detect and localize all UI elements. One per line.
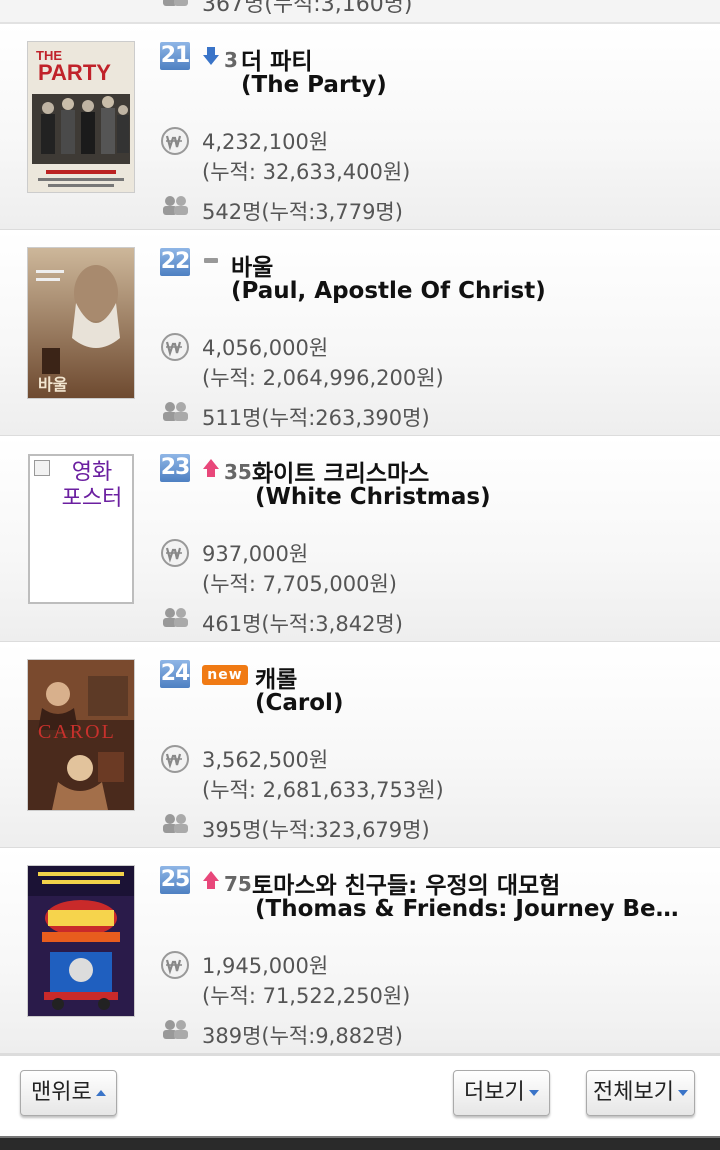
people-icon xyxy=(163,0,188,6)
dash-icon xyxy=(204,258,218,263)
audience-count: 389명(누적:9,882명) xyxy=(202,1024,403,1048)
movie-title[interactable]: 캐롤 xyxy=(255,660,297,694)
rank-change-value: 3 xyxy=(224,48,238,72)
caret-up-icon xyxy=(95,1090,106,1096)
daily-sales: 4,232,100원 xyxy=(202,130,329,154)
people-icon xyxy=(163,402,188,421)
view-all-button[interactable]: 전체보기 xyxy=(586,1070,695,1116)
up-arrow-icon xyxy=(203,459,219,477)
more-label: 더보기 xyxy=(464,1080,525,1105)
movie-title-english[interactable]: (The Party) xyxy=(241,72,671,98)
audience-count: 511명(누적:263,390명) xyxy=(202,406,430,430)
svg-text:바울: 바울 xyxy=(38,375,68,394)
won-coin-icon xyxy=(161,127,189,155)
broken-poster-image[interactable]: 영화 포스터 xyxy=(28,454,134,604)
more-button[interactable]: 더보기 xyxy=(453,1070,550,1116)
down-arrow-icon xyxy=(203,47,219,65)
new-badge: new xyxy=(202,665,248,685)
rank-badge: 22 xyxy=(160,248,190,276)
poster-alt-text: 영화 포스터 xyxy=(61,460,123,511)
the-party-poster[interactable]: THE PARTY xyxy=(28,42,134,192)
cumulative-sales: (누적: 32,633,400원) xyxy=(202,160,411,184)
people-icon xyxy=(163,814,188,833)
view-all-label: 전체보기 xyxy=(593,1080,674,1105)
rank-badge: 25 xyxy=(160,866,190,894)
daily-sales: 4,056,000원 xyxy=(202,336,329,360)
rank-change-value: 75 xyxy=(224,872,252,896)
people-icon xyxy=(163,196,188,215)
list-item[interactable]: 25 75 토마스와 친구들: 우정의 대모험 (Thomas & Friend… xyxy=(0,848,720,1056)
rank-badge: 21 xyxy=(160,42,190,70)
daily-sales: 1,945,000원 xyxy=(202,954,329,978)
cumulative-sales: (누적: 2,064,996,200원) xyxy=(202,366,444,390)
movie-title[interactable]: 화이트 크리스마스 xyxy=(252,454,429,488)
list-item[interactable]: CAROL 24 new 캐롤 (Carol) 3,562,500원 (누적: … xyxy=(0,642,720,850)
movie-title-english[interactable]: (Carol) xyxy=(255,690,685,716)
audience-text: 367명(누적:3,160명) xyxy=(202,0,413,17)
list-item[interactable]: THE PARTY 21 3 더 파티 (The Party) 4,232,10… xyxy=(0,24,720,232)
bottom-button-bar: 맨위로 더보기 전체보기 xyxy=(0,1056,720,1136)
list-item[interactable]: 영화 포스터 23 35 화이트 크리스마스 (White Christmas)… xyxy=(0,436,720,644)
movie-title[interactable]: 더 파티 xyxy=(241,42,313,76)
audience-count: 542명(누적:3,779명) xyxy=(202,200,403,224)
people-icon xyxy=(163,1020,188,1039)
cumulative-sales: (누적: 71,522,250원) xyxy=(202,984,411,1008)
thomas-poster[interactable] xyxy=(28,866,134,1016)
movie-title-english[interactable]: (White Christmas) xyxy=(255,484,685,510)
movie-title[interactable]: 토마스와 친구들: 우정의 대모험 xyxy=(252,866,560,900)
rank-change-value: 35 xyxy=(224,460,252,484)
cumulative-sales: (누적: 2,681,633,753원) xyxy=(202,778,444,802)
won-coin-icon xyxy=(161,951,189,979)
movie-title[interactable]: 바울 xyxy=(231,248,273,282)
audience-count: 461명(누적:3,842명) xyxy=(202,612,403,636)
rank-badge: 24 xyxy=(160,660,190,688)
paul-poster[interactable]: 바울 xyxy=(28,248,134,398)
broken-image-icon xyxy=(34,460,50,476)
rank-badge: 23 xyxy=(160,454,190,482)
cumulative-sales: (누적: 7,705,000원) xyxy=(202,572,397,596)
previous-item-tail: 367명(누적:3,160명) xyxy=(0,0,720,24)
go-top-label: 맨위로 xyxy=(31,1080,92,1105)
won-coin-icon xyxy=(161,333,189,361)
won-coin-icon xyxy=(161,745,189,773)
audience-count: 395명(누적:323,679명) xyxy=(202,818,430,842)
daily-sales: 937,000원 xyxy=(202,542,309,566)
caret-down-icon xyxy=(677,1090,688,1096)
caret-down-icon xyxy=(528,1090,539,1096)
won-coin-icon xyxy=(161,539,189,567)
movie-title-english[interactable]: (Thomas & Friends: Journey Beyond Sodor) xyxy=(255,896,685,922)
list-item[interactable]: 바울 22 바울 (Paul, Apostle Of Christ) 4,056… xyxy=(0,230,720,438)
movie-title-english[interactable]: (Paul, Apostle Of Christ) xyxy=(231,278,661,304)
svg-text:PARTY: PARTY xyxy=(38,60,111,85)
go-top-button[interactable]: 맨위로 xyxy=(20,1070,117,1116)
daily-sales: 3,562,500원 xyxy=(202,748,329,772)
up-arrow-icon xyxy=(203,871,219,889)
people-icon xyxy=(163,608,188,627)
carol-poster[interactable]: CAROL xyxy=(28,660,134,810)
svg-text:CAROL: CAROL xyxy=(38,721,116,743)
